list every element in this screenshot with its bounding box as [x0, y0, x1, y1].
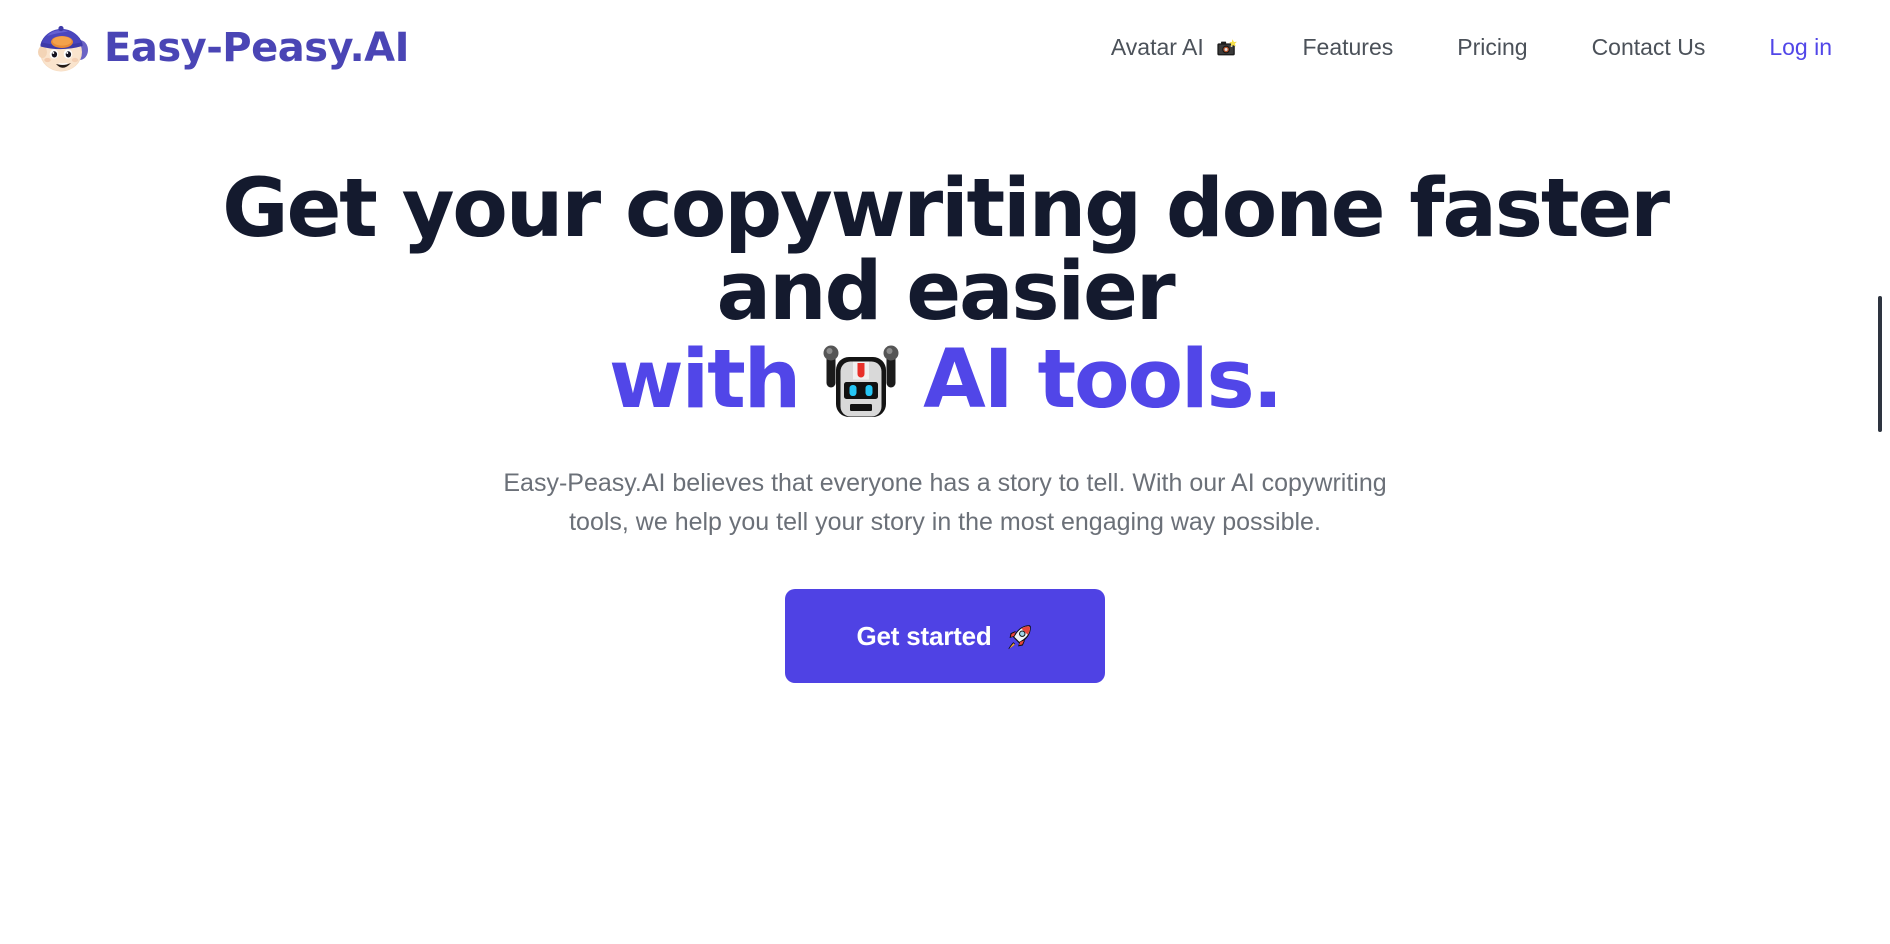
nav-item-avatar-ai-label: Avatar AI [1110, 34, 1204, 61]
rocket-icon [1004, 622, 1034, 652]
robot-face-icon [813, 339, 909, 419]
nav-item-contact-us[interactable]: Contact Us [1560, 26, 1738, 70]
hero-heading-accent-prefix: with [608, 333, 801, 428]
nav-item-pricing-label: Pricing [1457, 34, 1528, 61]
nav-item-log-in-label: Log in [1769, 34, 1832, 61]
page-scrollbar-thumb[interactable] [1878, 296, 1882, 432]
nav-item-features-label: Features [1302, 34, 1394, 61]
main-navigation: Avatar AI Features Pricing Contact Us Lo… [1079, 26, 1850, 70]
site-header: Easy-Peasy.AI Avatar AI Features Pricing… [0, 0, 1890, 96]
camera-with-flash-icon [1210, 36, 1239, 60]
nav-item-log-in[interactable]: Log in [1737, 26, 1842, 70]
page-root: Easy-Peasy.AI Avatar AI Features Pricing… [0, 0, 1890, 944]
page-scrollbar[interactable] [1878, 0, 1890, 944]
hero-heading-main: Get your copywriting done faster and eas… [222, 162, 1670, 339]
brand-logo-link[interactable]: Easy-Peasy.AI [32, 17, 409, 79]
get-started-button-label: Get started [856, 620, 992, 651]
hero-heading: Get your copywriting done faster and eas… [140, 168, 1750, 422]
baby-face-with-cap-logo-icon [32, 17, 94, 79]
hero-heading-accent: with AI tools. [140, 339, 1750, 422]
nav-item-features[interactable]: Features [1270, 26, 1425, 70]
nav-item-pricing[interactable]: Pricing [1425, 26, 1559, 70]
hero-heading-accent-suffix: AI tools. [923, 333, 1283, 428]
hero-cta-wrapper: Get started [785, 589, 1105, 684]
hero-section: Get your copywriting done faster and eas… [0, 96, 1890, 684]
nav-item-contact-us-label: Contact Us [1591, 34, 1706, 61]
hero-subtitle: Easy-Peasy.AI believes that everyone has… [503, 468, 1387, 536]
nav-item-avatar-ai[interactable]: Avatar AI [1079, 26, 1271, 70]
get-started-button[interactable]: Get started [785, 589, 1105, 684]
brand-name: Easy-Peasy.AI [104, 25, 409, 71]
